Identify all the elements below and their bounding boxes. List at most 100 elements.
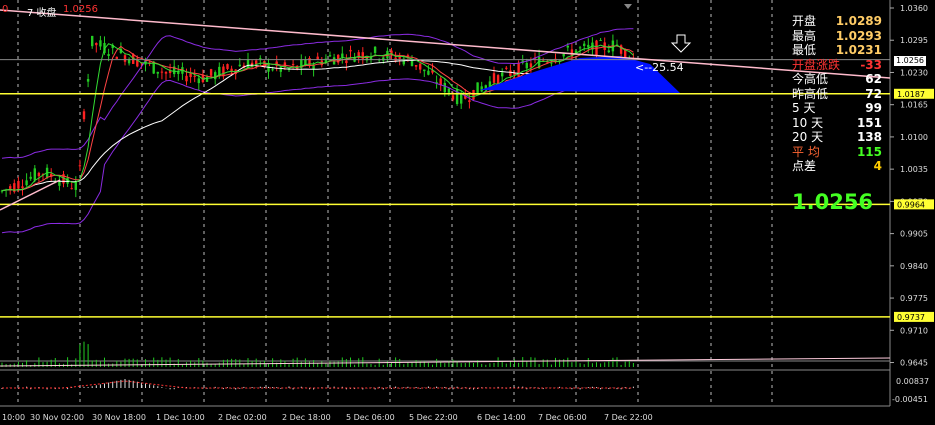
stats-value: 1.0293 bbox=[835, 28, 882, 43]
candle-body bbox=[607, 50, 610, 53]
candle-body bbox=[480, 86, 483, 92]
candle-body bbox=[246, 59, 250, 69]
candle-body bbox=[443, 82, 446, 93]
candle-body bbox=[226, 64, 229, 69]
y-tick-label: 0.9710 bbox=[900, 326, 928, 335]
candle-body bbox=[427, 70, 430, 75]
candle-body bbox=[214, 72, 217, 80]
candle-body bbox=[509, 70, 512, 76]
x-tick-label: 2 Dec 02:00 bbox=[218, 413, 267, 422]
stats-label: 10 天 bbox=[792, 115, 824, 130]
down-arrow-icon bbox=[670, 34, 692, 53]
stats-label: 点差 bbox=[792, 159, 817, 173]
candle-body bbox=[447, 88, 451, 93]
level-price-label: 1.0187 bbox=[897, 90, 925, 99]
stats-row: 开盘涨跌 -33 bbox=[792, 58, 882, 73]
stats-label: 20 天 bbox=[792, 130, 824, 144]
stats-panel: 开盘 1.0289 最高 1.0293 最低 1.0231 开盘涨跌 -33 今高低 62 昨高低 7… bbox=[792, 14, 882, 174]
candle-body bbox=[599, 39, 602, 41]
candle-body bbox=[70, 188, 73, 190]
stats-row: 最高 1.0293 bbox=[792, 29, 882, 44]
sub-tick-label: -0.00451 bbox=[892, 395, 928, 404]
y-tick-label: 1.0100 bbox=[900, 133, 928, 142]
candle-body bbox=[17, 180, 20, 189]
x-tick-label: 7 Dec 22:00 bbox=[604, 413, 653, 422]
candle-body bbox=[99, 40, 102, 47]
candle-body bbox=[107, 54, 110, 56]
stats-label: 最低 bbox=[792, 43, 817, 57]
level-price-label: 0.9964 bbox=[897, 200, 925, 209]
candle-body bbox=[160, 71, 164, 73]
candle-body bbox=[74, 182, 77, 190]
annotation-label: <--25.54 bbox=[635, 61, 684, 74]
header-series-label: 7 收盘 bbox=[27, 8, 57, 19]
x-tick-label: 30 Nov 18:00 bbox=[92, 413, 146, 422]
candle-body bbox=[414, 64, 418, 67]
candle-body bbox=[91, 35, 94, 47]
candle-body bbox=[271, 69, 274, 71]
stats-label: 开盘涨跌 bbox=[792, 57, 841, 72]
stats-value: 1.0231 bbox=[835, 43, 882, 57]
candle-body bbox=[123, 55, 127, 62]
x-tick-label: 1 Dec 10:00 bbox=[156, 413, 205, 422]
candle-body bbox=[419, 63, 422, 70]
x-tick-label: 6 Dec 14:00 bbox=[477, 413, 526, 422]
stats-value: 62 bbox=[865, 72, 882, 86]
candle-body bbox=[328, 55, 332, 57]
candle-body bbox=[115, 56, 118, 59]
stats-row: 点差 4 bbox=[792, 159, 882, 174]
candle-body bbox=[492, 73, 496, 83]
candle-body bbox=[349, 49, 352, 52]
candle-body bbox=[566, 45, 569, 48]
stats-label: 平 均 bbox=[792, 144, 820, 159]
stats-row: 最低 1.0231 bbox=[792, 43, 882, 58]
stats-row: 10 天 151 bbox=[792, 116, 882, 131]
candle-body bbox=[468, 100, 471, 103]
candle-body bbox=[259, 58, 262, 60]
candle-body bbox=[550, 62, 553, 64]
current-price-box: 1.0256 bbox=[894, 56, 926, 66]
candle-body bbox=[193, 75, 196, 77]
stats-value: 115 bbox=[856, 144, 882, 159]
candle-body bbox=[37, 172, 41, 177]
candle-body bbox=[472, 89, 475, 100]
candle-body bbox=[525, 62, 528, 69]
x-tick-label: 10:00 bbox=[2, 413, 25, 422]
y-tick-label: 0.9905 bbox=[900, 230, 928, 239]
x-tick-label: 5 Dec 22:00 bbox=[409, 413, 458, 422]
top-marker-icon bbox=[624, 4, 632, 9]
x-tick-label: 5 Dec 06:00 bbox=[346, 413, 395, 422]
candle-body bbox=[291, 63, 295, 66]
stats-row: 昨高低 72 bbox=[792, 87, 882, 102]
candle-body bbox=[238, 64, 241, 67]
stats-row: 20 天 138 bbox=[792, 130, 882, 145]
y-tick-label: 1.0165 bbox=[900, 101, 928, 110]
x-tick-label: 2 Dec 18:00 bbox=[282, 413, 331, 422]
candle-body bbox=[9, 186, 12, 189]
candle-body bbox=[78, 165, 82, 167]
stats-label: 最高 bbox=[792, 28, 817, 43]
candle-body bbox=[222, 66, 225, 77]
bollinger-lower-line bbox=[1, 72, 634, 234]
y-tick-label: 1.0035 bbox=[900, 165, 928, 174]
candle-body bbox=[164, 72, 168, 74]
trendline-left bbox=[0, 179, 61, 211]
candle-body bbox=[205, 77, 209, 82]
sub-tick-label: 0.00837 bbox=[896, 377, 929, 386]
candle-body bbox=[501, 72, 504, 77]
y-tick-label: 0.9645 bbox=[900, 359, 928, 368]
stats-label: 今高低 bbox=[792, 72, 829, 86]
candle-body bbox=[382, 57, 385, 61]
candle-body bbox=[21, 186, 24, 189]
candle-body bbox=[562, 53, 565, 57]
header-prefix: 0 bbox=[2, 4, 9, 15]
x-tick-label: 7 Dec 06:00 bbox=[538, 413, 587, 422]
candle-body bbox=[25, 180, 28, 186]
candle-body bbox=[189, 73, 192, 78]
x-tick-label: 30 Nov 02:00 bbox=[30, 413, 84, 422]
header-series-value: 1.0256 bbox=[63, 4, 98, 15]
stats-value: 151 bbox=[856, 115, 882, 130]
candle-body bbox=[156, 71, 159, 74]
stats-row: 今高低 62 bbox=[792, 72, 882, 87]
candle-body bbox=[583, 43, 586, 46]
